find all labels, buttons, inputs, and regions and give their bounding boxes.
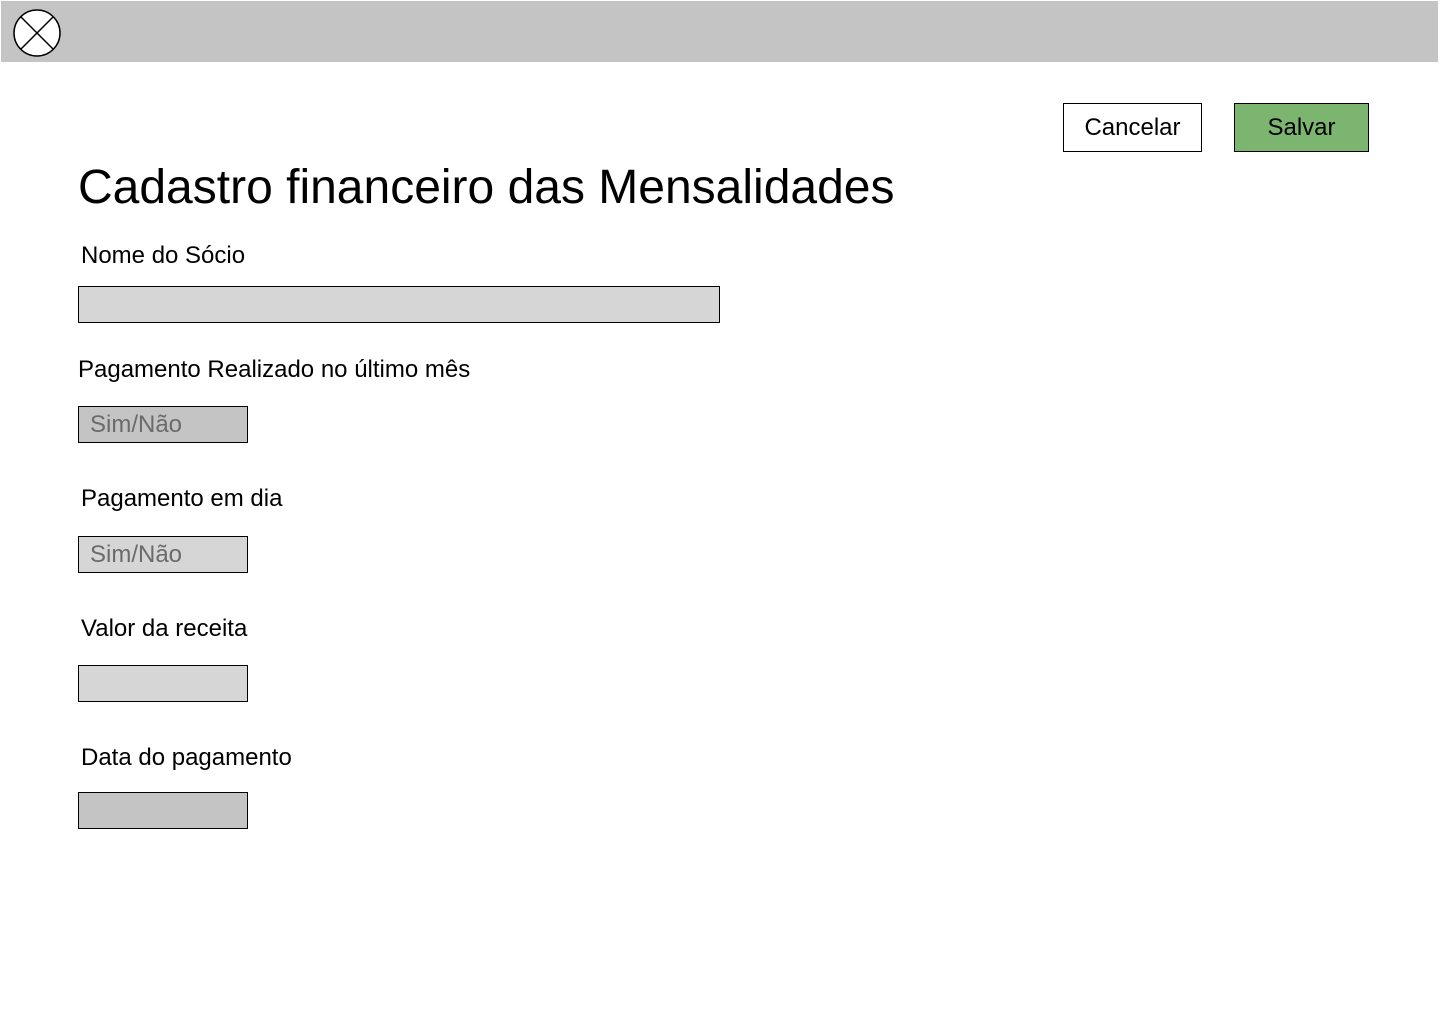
payment-on-time-label: Pagamento em dia [81,485,283,512]
member-name-label: Nome do Sócio [81,242,246,269]
top-bar [1,1,1438,62]
revenue-value-label: Valor da receita [81,615,248,642]
member-name-input[interactable] [78,286,720,323]
last-month-payment-input[interactable] [78,406,248,443]
payment-on-time-input[interactable] [78,536,248,573]
save-button[interactable]: Salvar [1234,103,1369,152]
cancel-button[interactable]: Cancelar [1063,103,1202,152]
page: Cancelar Salvar Cadastro financeiro das … [0,0,1440,1024]
revenue-value-input[interactable] [78,665,248,702]
payment-date-label: Data do pagamento [81,744,292,771]
page-title: Cadastro financeiro das Mensalidades [78,161,895,214]
payment-date-input[interactable] [78,792,248,829]
last-month-payment-label: Pagamento Realizado no último mês [78,356,471,383]
close-icon[interactable] [13,9,61,57]
